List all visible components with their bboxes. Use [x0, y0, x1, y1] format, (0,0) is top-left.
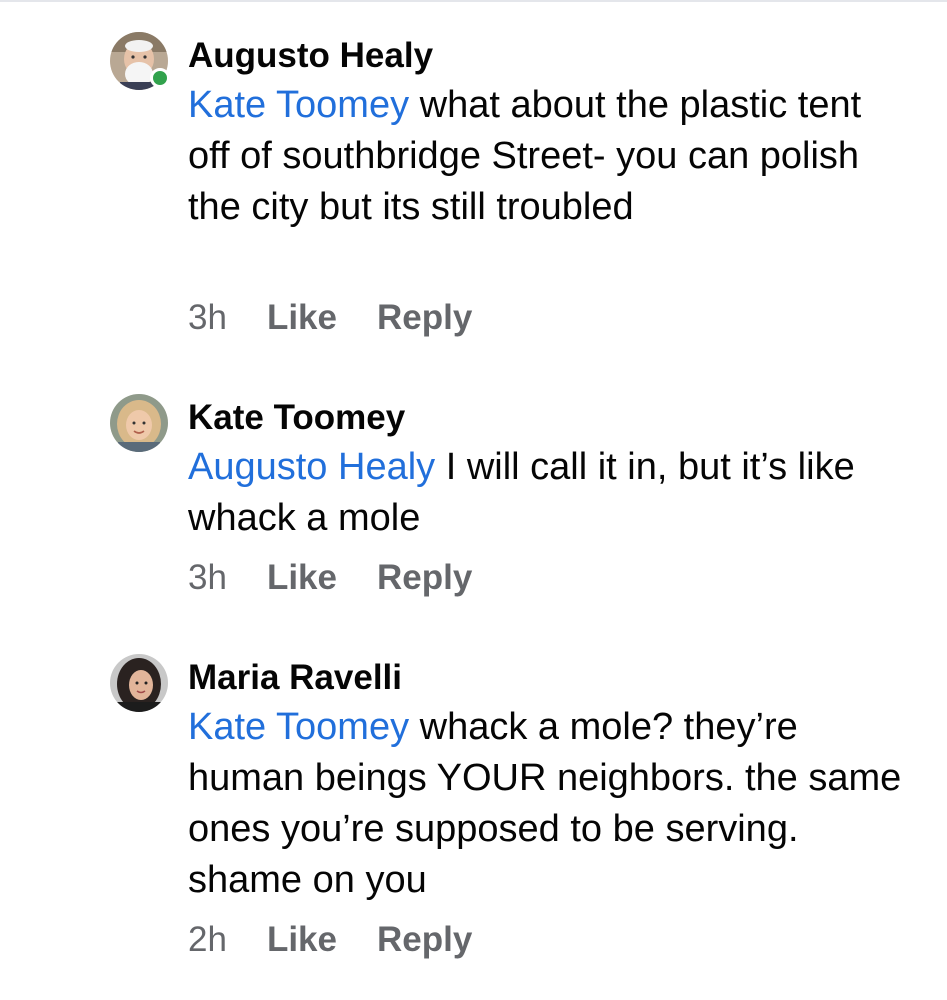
top-divider	[0, 0, 947, 2]
comment-actions: 3h Like Reply	[188, 298, 512, 338]
avatar[interactable]	[110, 654, 168, 712]
like-button[interactable]: Like	[267, 298, 337, 338]
comment-author[interactable]: Augusto Healy	[188, 36, 433, 76]
reply-button[interactable]: Reply	[377, 558, 472, 598]
comment-timestamp[interactable]: 3h	[188, 298, 227, 338]
comment-text: Augusto Healy I will call it in, but it’…	[188, 442, 908, 544]
online-status-indicator	[150, 68, 170, 88]
reply-button[interactable]: Reply	[377, 920, 472, 960]
comment-timestamp[interactable]: 2h	[188, 920, 227, 960]
like-button[interactable]: Like	[267, 920, 337, 960]
comment-author[interactable]: Kate Toomey	[188, 398, 405, 438]
mention-link[interactable]: Augusto Healy	[188, 446, 435, 488]
reply-button[interactable]: Reply	[377, 298, 472, 338]
mention-link[interactable]: Kate Toomey	[188, 706, 409, 748]
like-button[interactable]: Like	[267, 558, 337, 598]
avatar[interactable]	[110, 32, 170, 90]
mention-link[interactable]: Kate Toomey	[188, 84, 409, 126]
comment-actions: 2h Like Reply	[188, 920, 512, 960]
avatar[interactable]	[110, 394, 168, 452]
comment-actions: 3h Like Reply	[188, 558, 512, 598]
comment-timestamp[interactable]: 3h	[188, 558, 227, 598]
comment-text: Kate Toomey whack a mole? they’re human …	[188, 702, 908, 906]
comment-author[interactable]: Maria Ravelli	[188, 658, 402, 698]
comment-text: Kate Toomey what about the plastic tent …	[188, 80, 908, 233]
